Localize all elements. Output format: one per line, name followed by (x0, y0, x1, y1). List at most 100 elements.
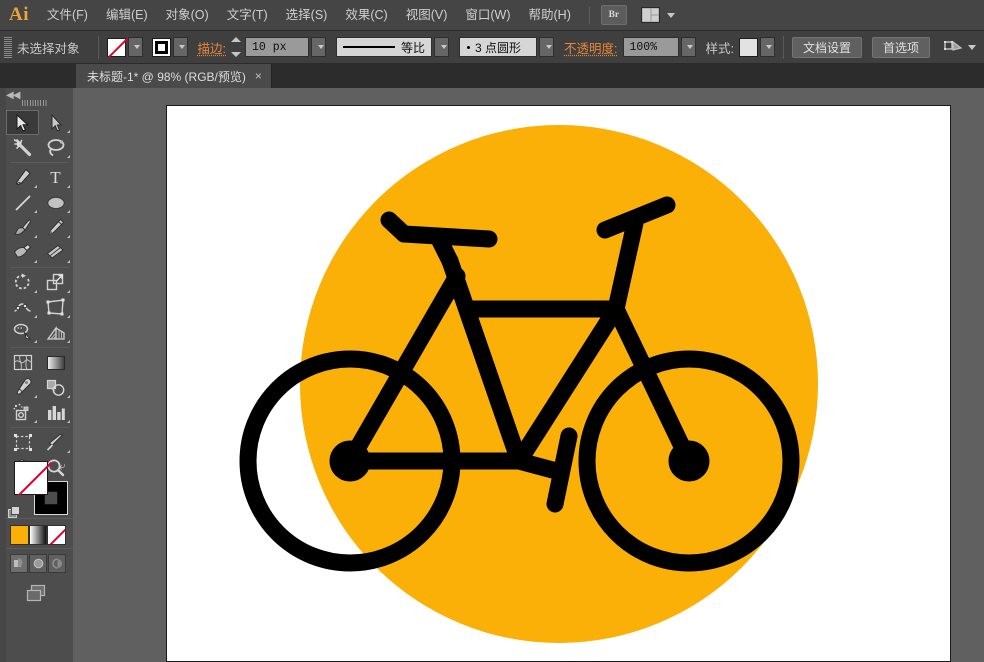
sidebar-tool-paintbrush-tool[interactable] (6, 215, 39, 240)
bridge-button[interactable]: Br (601, 5, 627, 25)
stroke-profile-preview[interactable]: 等比 (336, 37, 432, 57)
sidebar-tool-ellipse-tool[interactable] (39, 190, 72, 215)
chevron-down-icon (441, 45, 447, 49)
sidebar-tool-column-graph-tool[interactable] (39, 400, 72, 425)
type-T-icon: T (50, 168, 60, 188)
chevron-down-icon (968, 45, 976, 50)
canvas-area[interactable] (73, 88, 984, 662)
draw-behind-mode-button[interactable] (29, 554, 47, 573)
sidebar-tool-rotate-tool[interactable] (6, 270, 39, 295)
free-transform-icon (46, 298, 65, 317)
stroke-color-swatch[interactable] (152, 38, 171, 57)
tool-group-indicator-icon (67, 260, 70, 263)
control-divider-2 (783, 36, 784, 59)
sidebar-tool-blend-tool[interactable] (39, 375, 72, 400)
pen-nib-icon (13, 168, 32, 187)
sidebar-tool-eyedropper-tool[interactable] (6, 375, 39, 400)
style-label: 样式: (706, 38, 734, 57)
tool-group-indicator-icon (67, 210, 70, 213)
draw-inside-mode-button[interactable] (48, 554, 66, 573)
control-bar: 未选择对象 描边: 10 px 等比 3 点圆形 不透明度: 100% 样式: (0, 31, 984, 64)
brush-definition-dropdown[interactable] (539, 37, 554, 57)
brush-definition-field[interactable]: 3 点圆形 (459, 37, 537, 57)
document-setup-button[interactable]: 文档设置 (792, 37, 862, 58)
fill-indicator-swatch[interactable] (14, 461, 48, 495)
preferences-button[interactable]: 首选项 (872, 37, 930, 58)
stroke-weight-dropdown[interactable] (311, 37, 326, 57)
sidebar-tool-selection-tool[interactable] (6, 110, 39, 135)
sidebar-tool-line-segment-tool[interactable] (6, 190, 39, 215)
blend-icon (46, 379, 66, 397)
sidebar-tool-free-transform-tool[interactable] (39, 295, 72, 320)
sidebar-tool-pen-tool[interactable] (6, 165, 39, 190)
artwork-bicycle[interactable] (167, 106, 952, 662)
sidebar-tool-pencil-tool[interactable] (39, 215, 72, 240)
menu-bar: Ai 文件(F)编辑(E)对象(O)文字(T)选择(S)效果(C)视图(V)窗口… (0, 0, 984, 31)
sidebar-tool-symbol-sprayer-tool[interactable] (6, 400, 39, 425)
opacity-input[interactable]: 100% (623, 37, 679, 57)
tools-panel-grip[interactable] (22, 100, 48, 106)
fill-swatch-dropdown[interactable] (128, 37, 143, 57)
color-mode-gradient-button[interactable] (29, 525, 48, 545)
tool-group-indicator-icon (34, 420, 37, 423)
chevron-down-icon (687, 45, 693, 49)
arrange-documents-icon (641, 7, 663, 24)
opacity-dropdown[interactable] (681, 37, 696, 57)
sidebar-tool-type-tool[interactable]: T (39, 165, 72, 190)
menu-window[interactable]: 窗口(W) (456, 0, 519, 31)
menu-file[interactable]: 文件(F) (38, 0, 97, 31)
rotate-icon (13, 273, 32, 292)
menu-select[interactable]: 选择(S) (277, 0, 337, 31)
menu-help[interactable]: 帮助(H) (520, 0, 580, 31)
control-bar-grip[interactable] (4, 37, 12, 58)
graphic-style-dropdown[interactable] (760, 37, 775, 57)
sidebar-tool-gradient-tool[interactable] (39, 350, 72, 375)
menu-edit[interactable]: 编辑(E) (97, 0, 157, 31)
sidebar-tool-scale-tool[interactable] (39, 270, 72, 295)
sidebar-tool-shape-builder-tool[interactable] (6, 320, 39, 345)
menu-type[interactable]: 文字(T) (218, 0, 277, 31)
fill-color-swatch[interactable] (107, 38, 126, 57)
menu-effect[interactable]: 效果(C) (336, 0, 396, 31)
tool-group-indicator-icon (67, 185, 70, 188)
tool-group-indicator-icon (34, 210, 37, 213)
stroke-weight-input[interactable]: 10 px (245, 37, 309, 57)
color-mode-flat-button[interactable] (10, 525, 29, 545)
sidebar-tool-blob-brush-tool[interactable] (6, 240, 39, 265)
menu-object[interactable]: 对象(O) (157, 0, 218, 31)
sidebar-tool-perspective-grid-tool[interactable] (39, 320, 72, 345)
sidebar-tool-lasso-tool[interactable] (39, 135, 72, 160)
draw-normal-icon (13, 557, 26, 570)
sidebar-tool-direct-selection-tool[interactable] (39, 110, 72, 135)
arrange-documents-button[interactable] (641, 7, 675, 24)
sidebar-tool-mesh-tool[interactable] (6, 350, 39, 375)
draw-normal-mode-button[interactable] (10, 554, 28, 573)
opacity-label[interactable]: 不透明度: (564, 38, 617, 57)
menu-view[interactable]: 视图(V) (397, 0, 457, 31)
tool-options-button[interactable] (944, 39, 976, 55)
change-screen-mode-button[interactable] (22, 583, 52, 605)
tool-group-indicator-icon (67, 420, 70, 423)
stroke-swatch-dropdown[interactable] (173, 37, 188, 57)
document-tab[interactable]: 未标题-1* @ 98% (RGB/预览) × (76, 64, 272, 88)
stroke-style-label: 等比 (401, 39, 425, 56)
stroke-style-dropdown[interactable] (434, 37, 449, 57)
tools-panel: ◀◀ (0, 88, 73, 662)
color-mode-buttons (10, 525, 66, 547)
graphic-style-swatch[interactable] (739, 38, 758, 57)
sidebar-tool-width-tool[interactable] (6, 295, 39, 320)
color-mode-none-button[interactable] (47, 525, 66, 545)
brush-profile-label: 3 点圆形 (475, 39, 521, 56)
artboard[interactable] (166, 105, 951, 662)
sidebar-tool-eraser-tool[interactable] (39, 240, 72, 265)
close-icon[interactable]: × (255, 70, 262, 82)
stroke-weight-stepper[interactable] (231, 37, 244, 57)
tool-group-indicator-icon (67, 450, 70, 453)
sidebar-tool-magic-wand-tool[interactable] (6, 135, 39, 160)
sidebar-tool-slice-tool[interactable] (39, 430, 72, 455)
tools-divider-2 (10, 267, 69, 268)
stroke-weight-label[interactable]: 描边: (198, 38, 226, 57)
swap-fill-stroke-icon[interactable]: ⤶ (59, 459, 71, 471)
sidebar-tool-artboard-tool[interactable] (6, 430, 39, 455)
draw-inside-icon (51, 557, 64, 570)
